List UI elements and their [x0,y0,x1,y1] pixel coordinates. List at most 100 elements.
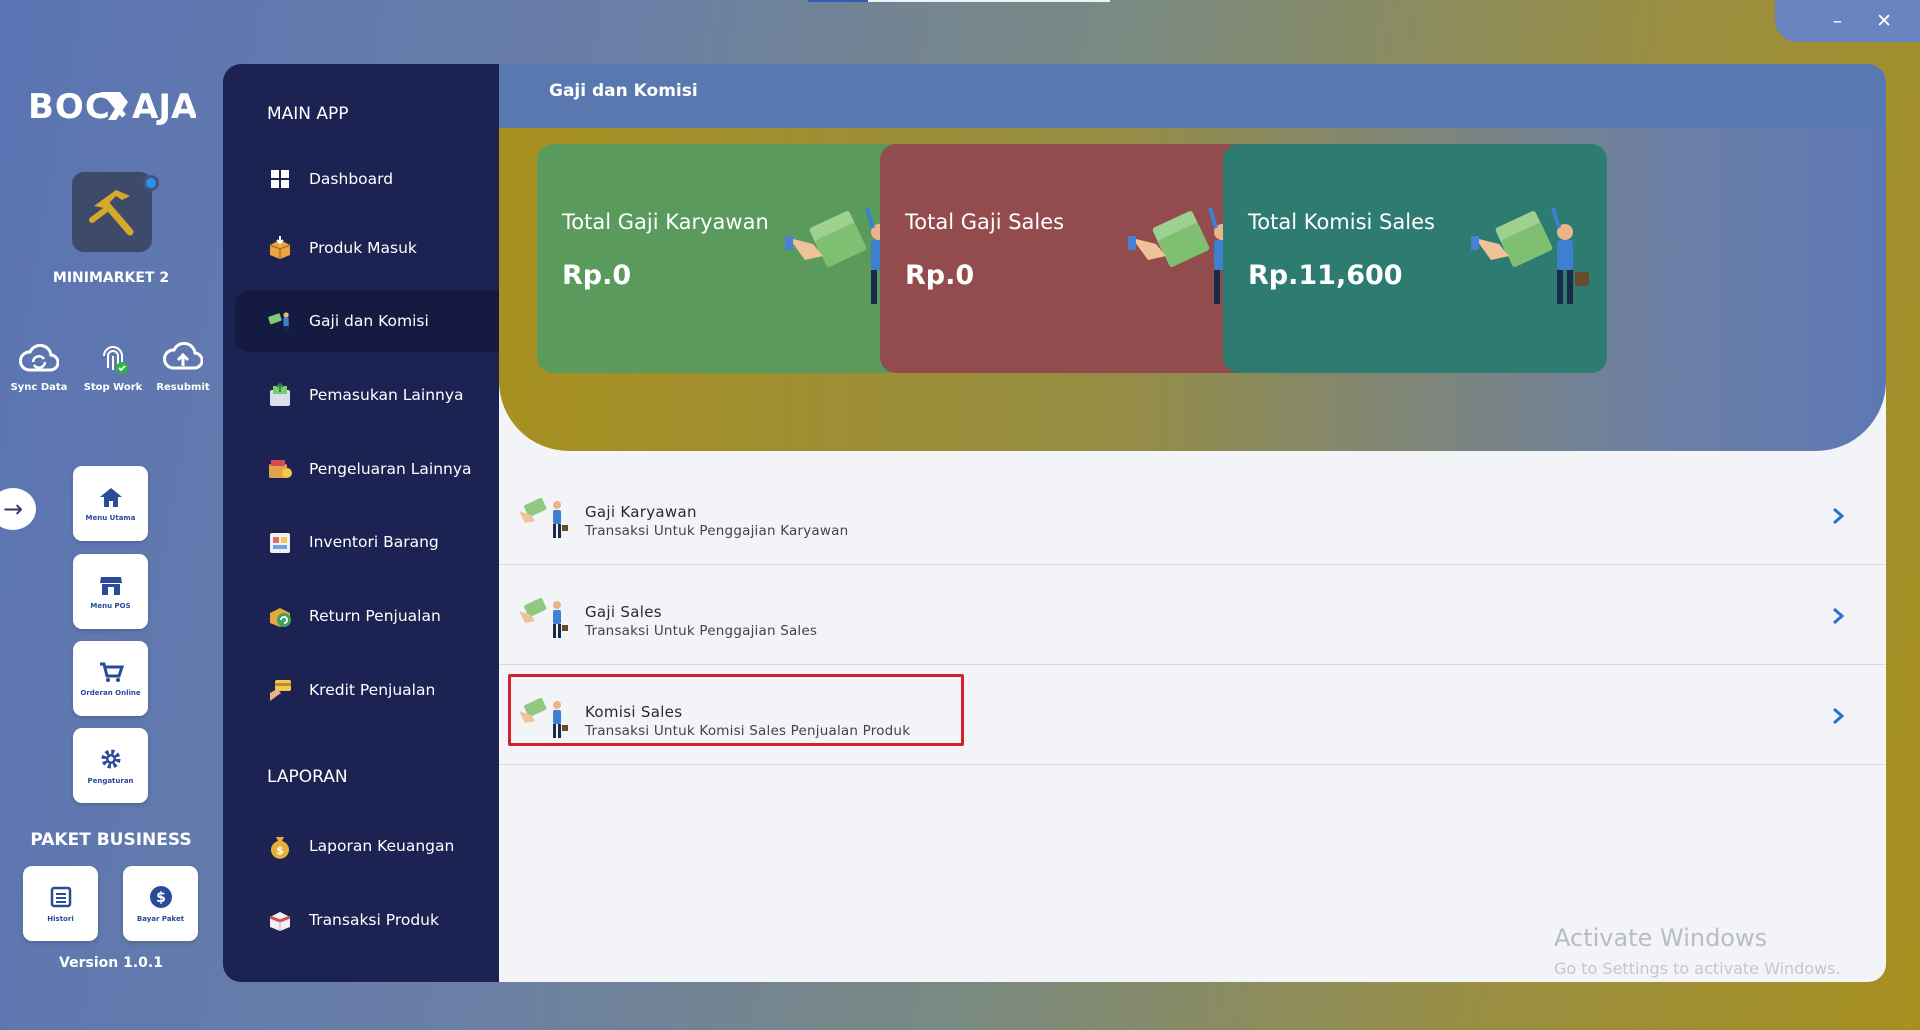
home-icon [99,487,122,507]
card-title: Total Gaji Karyawan [562,210,769,234]
return-icon [267,603,293,629]
card-value: Rp.0 [562,260,632,291]
salary-icon [267,308,293,334]
card-total-gaji-karyawan[interactable]: Total Gaji Karyawan Rp.0 [537,144,921,373]
content-area: Gaji dan Komisi Total Gaji Karyawan Rp.0… [499,64,1886,982]
sync-cloud-icon [19,343,59,372]
cart-icon [99,662,124,682]
menu-pos-tile[interactable]: Menu POS [73,554,148,629]
chevron-right-icon [1833,507,1845,525]
list-item-komisi-sales[interactable]: Komisi Sales Transaksi Untuk Komisi Sale… [499,665,1886,765]
dashboard-icon [267,166,293,192]
resubmit-label: Resubmit [156,382,210,393]
left-rail: BOC AJA MINIMARKET 2 Sync Data Stop Work [0,0,222,1030]
svg-text:BOC: BOC [28,87,111,127]
fingerprint-icon [103,346,128,374]
sidebar-item-dashboard[interactable]: Dashboard [235,148,499,210]
inventory-icon [267,529,293,555]
main-window: MAIN APP Dashboard Produk Masuk Gaji dan… [223,64,1886,982]
expense-icon [267,456,293,482]
sidebar-item-label: Return Penjualan [309,607,441,625]
activate-windows-subtitle: Go to Settings to activate Windows. [1554,959,1841,978]
income-icon [267,382,293,408]
pengaturan-label: Pengaturan [87,776,134,785]
pengaturan-tile[interactable]: Pengaturan [73,728,148,803]
sidebar-item-label: Inventori Barang [309,533,439,551]
sync-data-label: Sync Data [10,382,68,393]
gear-icon [101,749,120,768]
list-icon [50,886,71,907]
store-icon [99,576,122,595]
arrow-right-icon: → [2,495,24,523]
hammer-logo-icon [89,190,134,236]
list-item-gaji-sales[interactable]: Gaji Sales Transaksi Untuk Penggajian Sa… [499,565,1886,665]
version-label: Version 1.0.1 [59,955,163,971]
row-subtitle: Transaksi Untuk Komisi Sales Penjualan P… [585,723,911,739]
window-controls: – ✕ [1775,0,1920,42]
card-title: Total Gaji Sales [905,210,1065,234]
sidebar-item-pengeluaran-lainnya[interactable]: Pengeluaran Lainnya [235,438,499,500]
salary-icon [519,497,568,538]
histori-tile[interactable]: Histori [23,866,98,941]
menu-pos-label: Menu POS [90,601,131,610]
sidebar-item-label: Transaksi Produk [309,911,439,929]
menu-utama-label: Menu Utama [85,513,136,522]
salary-icon [519,697,568,738]
activate-windows-title: Activate Windows [1554,924,1768,952]
card-value: Rp.11,600 [1248,260,1403,291]
stop-work-button[interactable]: Stop Work [78,342,148,393]
close-button[interactable]: ✕ [1876,10,1892,32]
row-title: Gaji Karyawan [585,503,697,521]
sidebar-item-kredit-penjualan[interactable]: Kredit Penjualan [235,659,499,721]
svg-text:$: $ [276,844,284,857]
menu-utama-tile[interactable]: Menu Utama [73,466,148,541]
sidebar: MAIN APP Dashboard Produk Masuk Gaji dan… [223,64,499,982]
orderan-online-label: Orderan Online [80,688,141,697]
app-logo: BOC AJA [28,87,196,127]
svg-text:$: $ [156,890,166,906]
list-item-gaji-karyawan[interactable]: Gaji Karyawan Transaksi Untuk Penggajian… [499,465,1886,565]
laporan-title: LAPORAN [267,767,348,787]
page-title: Gaji dan Komisi [499,64,1886,128]
upload-cloud-icon [163,342,203,370]
sidebar-item-label: Dashboard [309,170,394,188]
store-avatar[interactable] [72,172,152,252]
sidebar-item-inventori-barang[interactable]: Inventori Barang [235,511,499,573]
row-subtitle: Transaksi Untuk Penggajian Karyawan [585,523,849,539]
salary-illustration-icon [1471,208,1589,304]
row-title: Gaji Sales [585,603,662,621]
svg-text:AJA: AJA [132,87,196,127]
credit-icon [267,677,293,703]
sidebar-item-label: Gaji dan Komisi [309,312,429,330]
card-total-gaji-sales[interactable]: Total Gaji Sales Rp.0 [880,144,1264,373]
sidebar-item-label: Pemasukan Lainnya [309,386,464,404]
sidebar-item-produk-masuk[interactable]: Produk Masuk [235,217,499,279]
minimize-button[interactable]: – [1833,10,1843,32]
sync-data-button[interactable]: Sync Data [4,342,74,393]
money-bag-icon: $ [267,833,293,859]
sidebar-item-pemasukan-lainnya[interactable]: Pemasukan Lainnya [235,364,499,426]
resubmit-button[interactable]: Resubmit [148,342,218,393]
sidebar-item-label: Kredit Penjualan [309,681,436,699]
sidebar-item-laporan-keuangan[interactable]: $ Laporan Keuangan [235,815,499,877]
product-box-icon [267,907,293,933]
bayar-paket-tile[interactable]: $ Bayar Paket [123,866,198,941]
chevron-right-icon [1833,707,1845,725]
sidebar-item-gaji-dan-komisi[interactable]: Gaji dan Komisi [235,290,499,352]
sidebar-item-return-penjualan[interactable]: Return Penjualan [235,585,499,647]
chevron-right-icon [1833,607,1845,625]
expand-arrow-button[interactable]: → [0,488,36,530]
stop-work-label: Stop Work [83,382,143,393]
row-subtitle: Transaksi Untuk Penggajian Sales [585,623,818,639]
sidebar-item-transaksi-produk[interactable]: Transaksi Produk [235,889,499,951]
bayar-paket-label: Bayar Paket [136,914,185,923]
card-total-komisi-sales[interactable]: Total Komisi Sales Rp.11,600 [1223,144,1607,373]
orderan-online-tile[interactable]: Orderan Online [73,641,148,716]
card-value: Rp.0 [905,260,975,291]
sidebar-item-label: Laporan Keuangan [309,837,455,855]
row-title: Komisi Sales [585,703,683,721]
paket-title: PAKET BUSINESS [30,830,192,850]
top-strip [808,0,1110,2]
status-dot [143,175,159,191]
sidebar-item-label: Pengeluaran Lainnya [309,460,472,478]
